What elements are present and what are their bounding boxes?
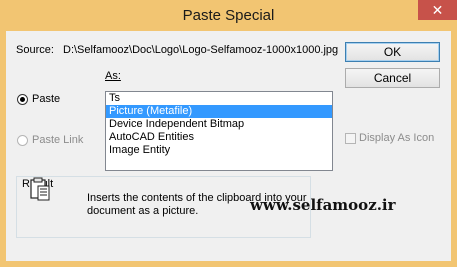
- paste-as-listbox[interactable]: Ts Picture (Metafile) Device Independent…: [105, 91, 333, 171]
- list-item[interactable]: Device Independent Bitmap: [106, 118, 332, 131]
- display-as-icon-checkbox[interactable]: [345, 133, 356, 144]
- clipboard-icon: [30, 177, 50, 201]
- dialog-title: Paste Special: [182, 7, 275, 24]
- list-item[interactable]: Ts: [106, 92, 332, 105]
- paste-radio-label[interactable]: Paste: [32, 93, 60, 105]
- title-bar[interactable]: Paste Special ✕: [0, 0, 457, 30]
- close-icon: ✕: [431, 2, 444, 18]
- paste-radio[interactable]: [17, 94, 28, 105]
- display-as-icon-label[interactable]: Display As Icon: [359, 132, 434, 144]
- source-label: Source:: [16, 44, 54, 56]
- paste-link-radio-label[interactable]: Paste Link: [32, 134, 83, 146]
- paste-link-radio[interactable]: [17, 135, 28, 146]
- source-path: D:\Selfamooz\Doc\Logo\Logo-Selfamooz-100…: [63, 44, 339, 56]
- list-item-selected[interactable]: Picture (Metafile): [106, 105, 332, 118]
- result-text-line2: document as a picture.: [87, 205, 199, 217]
- list-item[interactable]: Image Entity: [106, 144, 332, 157]
- ok-button[interactable]: OK: [345, 42, 440, 62]
- watermark-text: www.selfamooz.ir: [250, 196, 396, 214]
- paste-special-dialog: Paste Special ✕ Source: D:\Selfamooz\Doc…: [0, 0, 457, 267]
- dialog-client-area: Source: D:\Selfamooz\Doc\Logo\Logo-Selfa…: [6, 31, 451, 261]
- as-label: As:: [105, 70, 121, 82]
- cancel-button[interactable]: Cancel: [345, 68, 440, 88]
- close-button[interactable]: ✕: [418, 0, 457, 20]
- list-item[interactable]: AutoCAD Entities: [106, 131, 332, 144]
